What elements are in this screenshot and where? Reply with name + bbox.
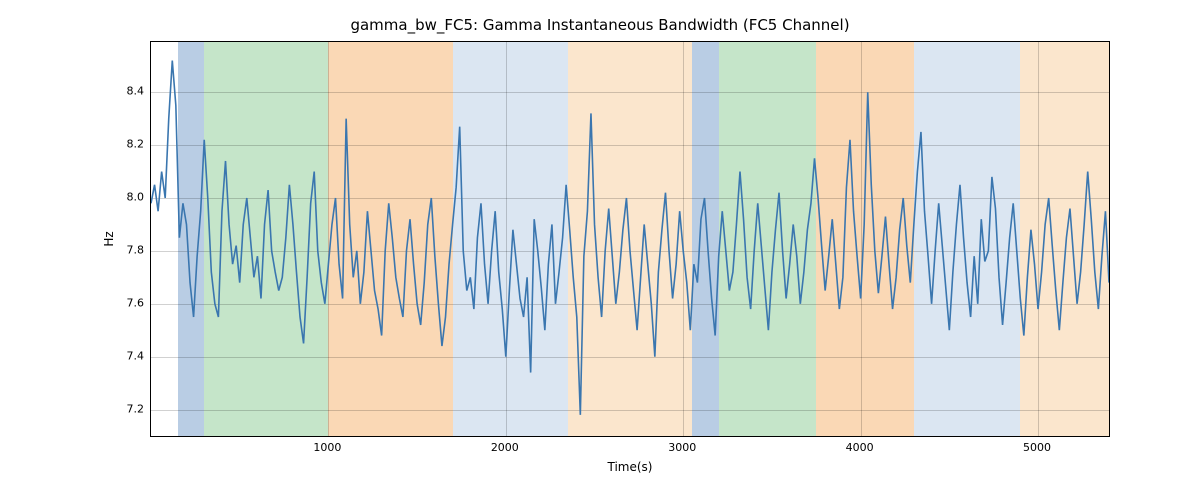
- line-plot: [151, 42, 1109, 436]
- plot-area: [150, 41, 1110, 437]
- y-tick-label: 8.0: [104, 191, 144, 204]
- x-tick-label: 2000: [480, 441, 530, 454]
- y-tick-label: 7.8: [104, 243, 144, 256]
- x-tick-label: 4000: [835, 441, 885, 454]
- chart-title: gamma_bw_FC5: Gamma Instantaneous Bandwi…: [0, 16, 1200, 34]
- y-tick-label: 8.4: [104, 85, 144, 98]
- y-tick-label: 7.2: [104, 402, 144, 415]
- x-axis-label: Time(s): [150, 460, 1110, 474]
- x-tick-label: 3000: [657, 441, 707, 454]
- figure: gamma_bw_FC5: Gamma Instantaneous Bandwi…: [0, 0, 1200, 500]
- y-tick-label: 7.6: [104, 296, 144, 309]
- y-tick-label: 8.2: [104, 138, 144, 151]
- y-axis-label: Hz: [102, 41, 122, 437]
- y-tick-label: 7.4: [104, 349, 144, 362]
- series-line: [151, 61, 1109, 415]
- x-tick-label: 1000: [302, 441, 352, 454]
- x-tick-label: 5000: [1012, 441, 1062, 454]
